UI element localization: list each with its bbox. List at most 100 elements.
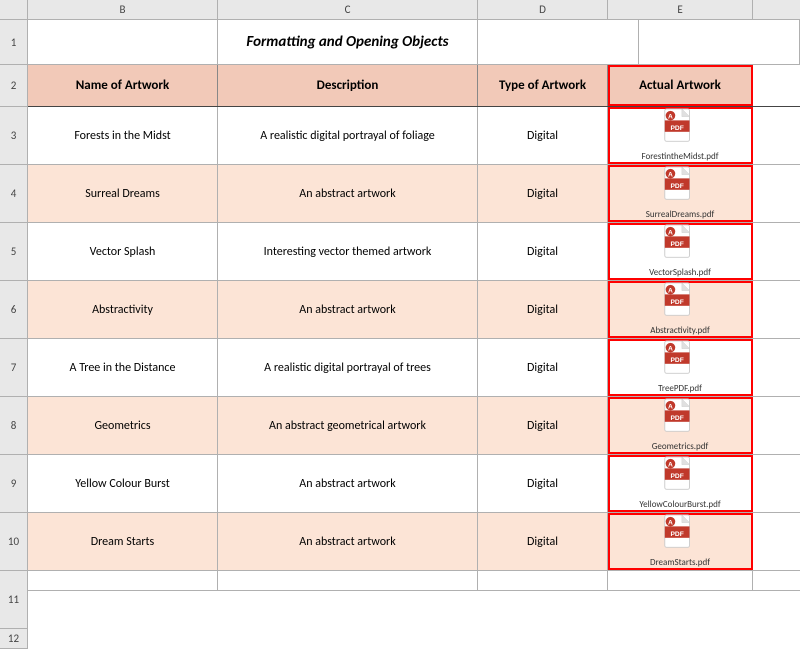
pdf-filename: DreamStarts.pdf	[650, 558, 710, 569]
cell-type: Digital	[478, 339, 608, 396]
svg-text:A: A	[668, 346, 673, 353]
table-area: Formatting and Opening Objects Name of A…	[28, 20, 800, 649]
svg-text:A: A	[668, 404, 673, 411]
column-headers: B C D E	[0, 0, 800, 20]
svg-text:A: A	[668, 520, 673, 527]
cell-artwork[interactable]: PDF A Abstractivity.pdf	[608, 281, 753, 338]
row-num-6: 6	[0, 281, 27, 339]
pdf-icon-wrapper[interactable]: PDF A YellowColourBurst.pdf	[639, 456, 720, 511]
col-header-b[interactable]: B	[28, 0, 218, 19]
row-num-8: 8	[0, 397, 27, 455]
cell-name: Forests in the Midst	[28, 107, 218, 164]
pdf-filename: SurrealDreams.pdf	[646, 210, 714, 221]
row-num-11: 11	[0, 571, 27, 629]
cell-description: An abstract artwork	[218, 281, 478, 338]
row-num-2: 2	[0, 65, 27, 107]
cell-artwork[interactable]: PDF A ForestintheMidst.pdf	[608, 107, 753, 164]
cell-artwork[interactable]: PDF A YellowColourBurst.pdf	[608, 455, 753, 512]
data-rows: Forests in the Midst A realistic digital…	[28, 107, 800, 571]
cell-artwork[interactable]: PDF A SurrealDreams.pdf	[608, 165, 753, 222]
pdf-icon-wrapper[interactable]: PDF A Abstractivity.pdf	[650, 282, 710, 337]
cell-artwork[interactable]: PDF A DreamStarts.pdf	[608, 513, 753, 570]
cell-type: Digital	[478, 281, 608, 338]
cell-name: Surreal Dreams	[28, 165, 218, 222]
header-name: Name of Artwork	[28, 65, 218, 106]
svg-text:A: A	[668, 462, 673, 469]
cell-name: Dream Starts	[28, 513, 218, 570]
table-row: Abstractivity An abstract artwork Digita…	[28, 281, 800, 339]
pdf-icon: PDF A	[662, 108, 698, 150]
row-num-3: 3	[0, 107, 27, 165]
pdf-filename: TreePDF.pdf	[658, 384, 702, 395]
pdf-icon-wrapper[interactable]: PDF A VectorSplash.pdf	[649, 224, 711, 279]
row-num-10: 10	[0, 513, 27, 571]
svg-text:A: A	[668, 230, 673, 237]
col-header-c[interactable]: C	[218, 0, 478, 19]
cell-description: An abstract artwork	[218, 165, 478, 222]
pdf-icon-wrapper[interactable]: PDF A Geometrics.pdf	[652, 398, 709, 453]
pdf-icon: PDF A	[662, 456, 698, 498]
svg-text:PDF: PDF	[670, 473, 683, 480]
empty-e	[608, 571, 753, 590]
col-header-d[interactable]: D	[478, 0, 608, 19]
spreadsheet: B C D E 1 2 3 4 5 6 7 8 9 10 11 12 Forma…	[0, 0, 800, 625]
table-row: Vector Splash Interesting vector themed …	[28, 223, 800, 281]
svg-text:PDF: PDF	[670, 183, 683, 190]
table-row: Surreal Dreams An abstract artwork Digit…	[28, 165, 800, 223]
pdf-filename: ForestintheMidst.pdf	[642, 152, 719, 163]
empty-c	[218, 571, 478, 590]
cell-description: Interesting vector themed artwork	[218, 223, 478, 280]
svg-text:A: A	[668, 288, 673, 295]
pdf-filename: YellowColourBurst.pdf	[639, 500, 720, 511]
cell-description: An abstract artwork	[218, 455, 478, 512]
title-cell-d	[478, 20, 639, 64]
col-header-e[interactable]: E	[608, 0, 753, 19]
header-description: Description	[218, 65, 478, 106]
cell-description: An abstract artwork	[218, 513, 478, 570]
cell-name: Geometrics	[28, 397, 218, 454]
row-numbers: 1 2 3 4 5 6 7 8 9 10 11 12	[0, 20, 28, 649]
header-artwork: Actual Artwork	[608, 65, 753, 106]
row-num-12: 12	[0, 629, 27, 649]
row-num-9: 9	[0, 455, 27, 513]
cell-artwork[interactable]: PDF A VectorSplash.pdf	[608, 223, 753, 280]
spreadsheet-body: 1 2 3 4 5 6 7 8 9 10 11 12 Formatting an…	[0, 20, 800, 649]
cell-description: A realistic digital portrayal of trees	[218, 339, 478, 396]
row-12-empty	[28, 571, 800, 591]
cell-type: Digital	[478, 223, 608, 280]
table-row: Yellow Colour Burst An abstract artwork …	[28, 455, 800, 513]
svg-text:PDF: PDF	[670, 357, 683, 364]
pdf-icon: PDF A	[662, 282, 698, 324]
svg-text:PDF: PDF	[670, 125, 683, 132]
cell-type: Digital	[478, 165, 608, 222]
svg-text:PDF: PDF	[670, 241, 683, 248]
cell-artwork[interactable]: PDF A Geometrics.pdf	[608, 397, 753, 454]
cell-description: A realistic digital portrayal of foliage	[218, 107, 478, 164]
title-cell-b	[28, 20, 218, 64]
pdf-icon-wrapper[interactable]: PDF A ForestintheMidst.pdf	[642, 108, 719, 163]
pdf-icon-wrapper[interactable]: PDF A DreamStarts.pdf	[650, 514, 710, 569]
cell-name: Yellow Colour Burst	[28, 455, 218, 512]
header-row: Name of Artwork Description Type of Artw…	[28, 65, 800, 107]
title-row: Formatting and Opening Objects	[28, 20, 800, 65]
pdf-icon-wrapper[interactable]: PDF A TreePDF.pdf	[658, 340, 702, 395]
cell-type: Digital	[478, 455, 608, 512]
cell-type: Digital	[478, 513, 608, 570]
pdf-icon-wrapper[interactable]: PDF A SurrealDreams.pdf	[646, 166, 714, 221]
pdf-icon: PDF A	[662, 340, 698, 382]
table-row: Geometrics An abstract geometrical artwo…	[28, 397, 800, 455]
cell-name: A Tree in the Distance	[28, 339, 218, 396]
cell-artwork[interactable]: PDF A TreePDF.pdf	[608, 339, 753, 396]
svg-text:A: A	[668, 172, 673, 179]
header-type: Type of Artwork	[478, 65, 608, 106]
cell-description: An abstract geometrical artwork	[218, 397, 478, 454]
pdf-icon: PDF A	[662, 166, 698, 208]
svg-text:PDF: PDF	[670, 299, 683, 306]
cell-name: Abstractivity	[28, 281, 218, 338]
pdf-icon: PDF A	[662, 514, 698, 556]
pdf-icon: PDF A	[662, 398, 698, 440]
row-num-7: 7	[0, 339, 27, 397]
svg-text:PDF: PDF	[670, 415, 683, 422]
table-row: Forests in the Midst A realistic digital…	[28, 107, 800, 165]
pdf-icon: PDF A	[662, 224, 698, 266]
